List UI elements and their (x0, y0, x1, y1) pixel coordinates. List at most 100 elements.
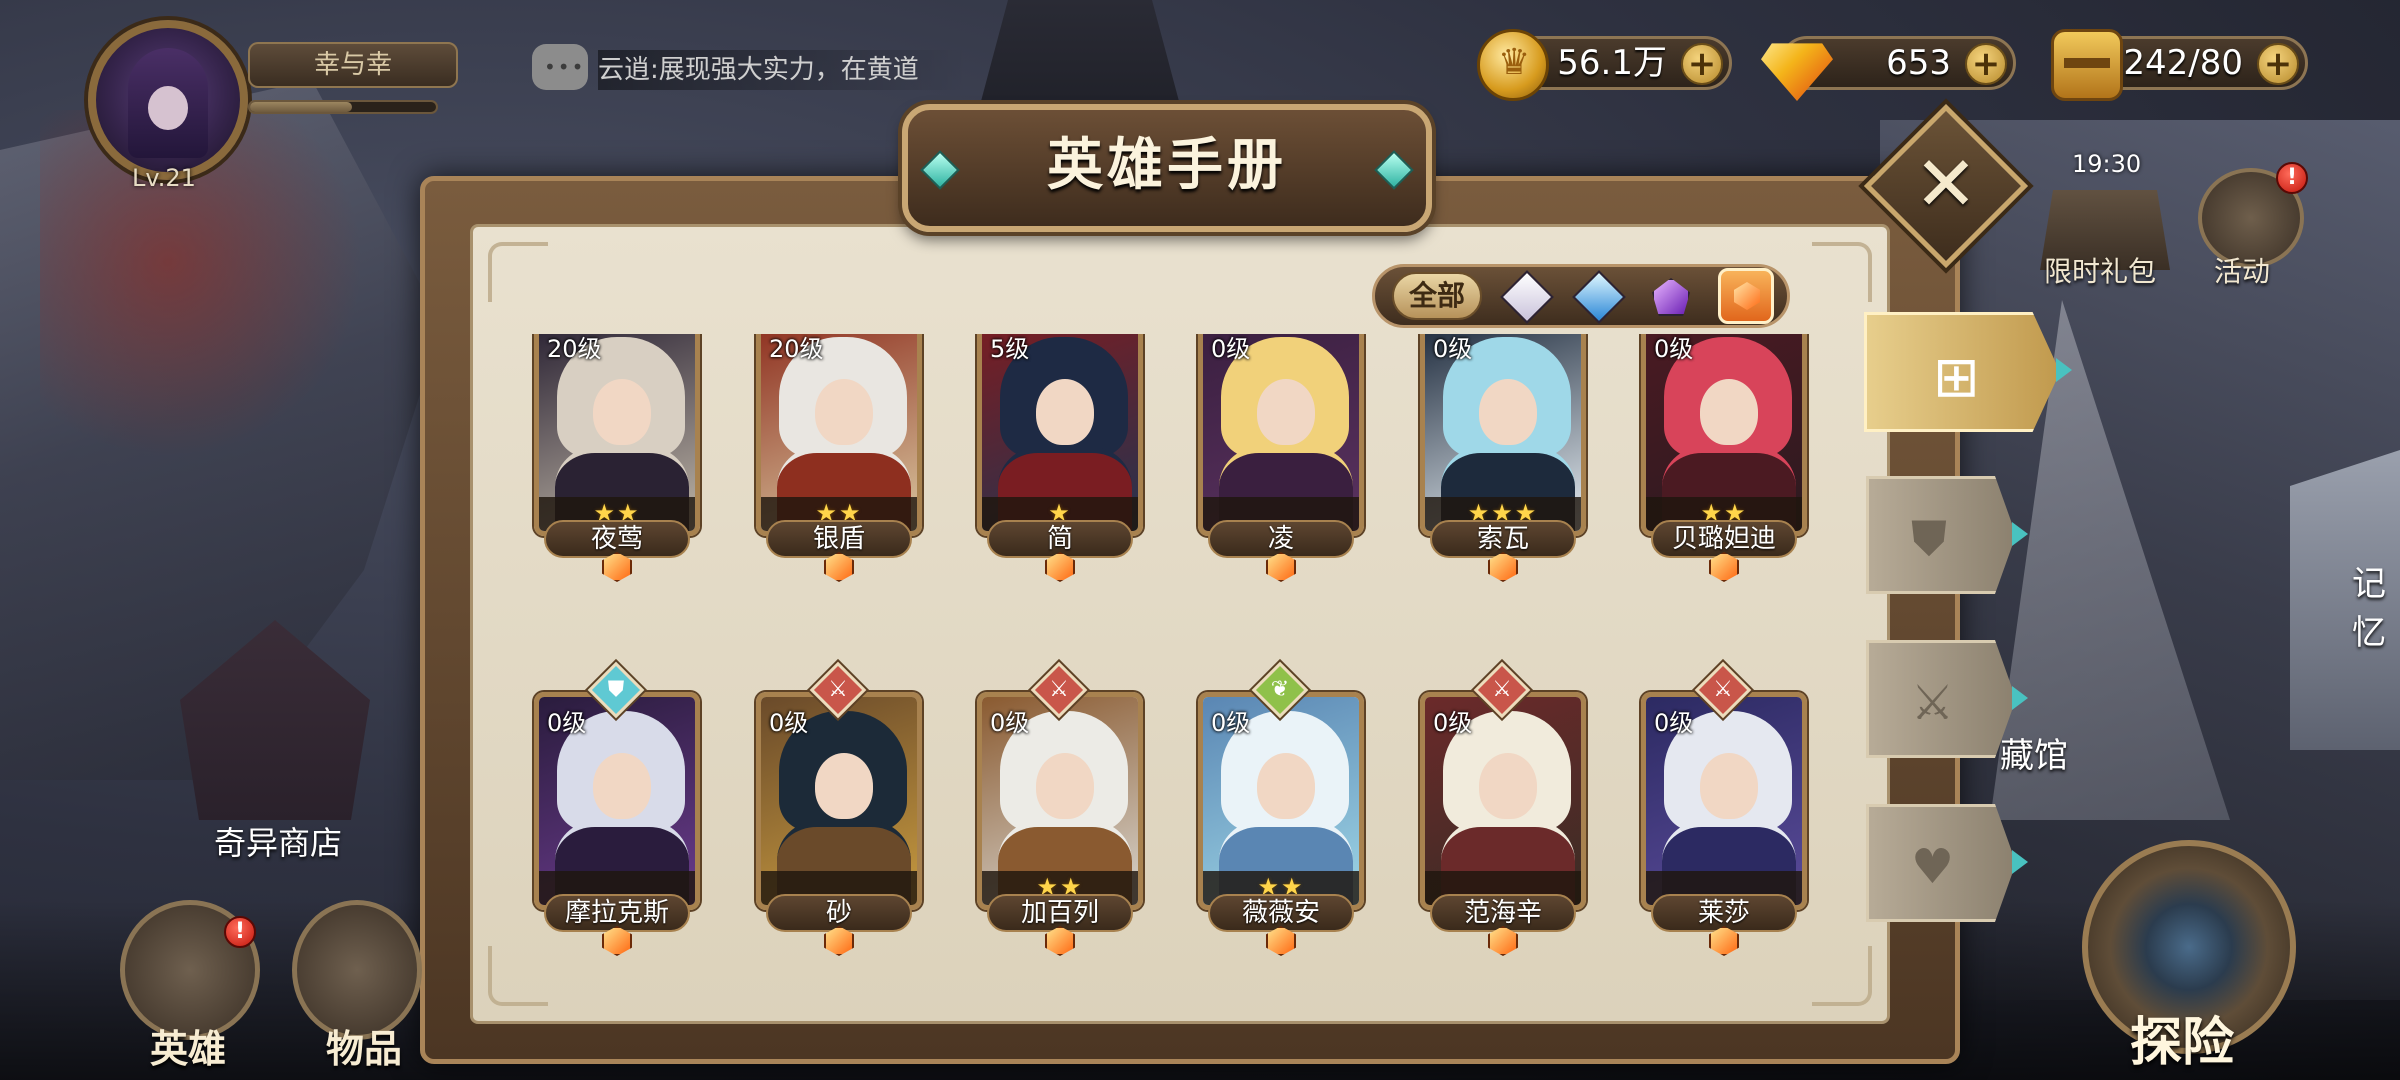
stamina-resource: 242/80 + (2051, 29, 2308, 101)
stamina-amount: 242/80 (2123, 43, 2243, 83)
hero-card[interactable]: 0级 砂 ⚔ (756, 661, 922, 956)
hero-face (1036, 753, 1094, 819)
close-icon[interactable]: ✕ (1888, 128, 2004, 244)
class-glyph: ❦ (1270, 677, 1290, 702)
tab-arrow-icon (2012, 686, 2040, 710)
diamond-icon (1761, 43, 1833, 101)
hero-level: 0级 (547, 709, 587, 737)
hero-card[interactable]: 0级 ★★ 薇薇安 ❦ (1198, 661, 1364, 956)
gold-add-button[interactable]: + (1681, 43, 1723, 85)
hero-portrait-frame: 0级 (534, 692, 700, 910)
activity-badge: ! (2276, 162, 2308, 194)
tab-all[interactable]: ⊞ (1864, 312, 2060, 432)
chat-bubble-icon[interactable]: ••• (532, 44, 588, 90)
hero-card[interactable]: 20级 ★★ 夜莺 (534, 334, 700, 582)
hero-portrait-frame: 20级 ★★ (534, 334, 700, 536)
hero-portrait-frame: 20级 ★★ (756, 334, 922, 536)
stamina-add-button[interactable]: + (2257, 43, 2299, 85)
gift-timer: 19:30 (2072, 150, 2142, 178)
hero-portrait-frame: 0级 ★★ (977, 692, 1143, 910)
gold-amount: 56.1万 (1557, 43, 1667, 83)
hero-level: 0级 (1433, 335, 1473, 363)
hero-face (1479, 379, 1537, 445)
hero-level: 0级 (1211, 709, 1251, 737)
sword-icon: ⚔ (1911, 675, 1955, 731)
diamond-resource: 653 + (1761, 36, 2016, 101)
heart-icon: ♥ (1911, 839, 1955, 895)
hero-card[interactable]: 0级 ★★★ 索瓦 (1420, 334, 1586, 582)
shield-icon: ⛊ (1911, 511, 1948, 567)
hero-level: 0级 (990, 709, 1030, 737)
hero-portrait-frame: 5级 ★ (977, 334, 1143, 536)
diamond-amount: 653 (1886, 43, 1951, 83)
class-glyph: ⚔ (1049, 677, 1069, 702)
player-exp-bar (248, 100, 438, 114)
heroes-nav-label[interactable]: 英雄 (150, 1018, 226, 1073)
orange-gem-filter-icon[interactable] (1718, 268, 1774, 324)
hero-face (1036, 379, 1094, 445)
tab-arrow-icon (2012, 522, 2040, 546)
hero-face (1257, 753, 1315, 819)
hero-card[interactable]: 0级 范海辛 ⚔ (1420, 661, 1586, 956)
hero-face (1700, 753, 1758, 819)
class-glyph: ⚔ (1713, 677, 1733, 702)
hero-level: 0级 (1433, 709, 1473, 737)
hero-portrait-frame: 0级 ★★ (1198, 692, 1364, 910)
activity-label[interactable]: 活动 (2214, 250, 2270, 290)
diamond-add-button[interactable]: + (1965, 43, 2007, 85)
heroes-nav-badge: ! (224, 916, 256, 948)
chat-message[interactable]: 云逍:展现强大实力，在黄道 (598, 50, 968, 90)
hero-portrait-frame: 0级 ★★ (1641, 334, 1807, 536)
tab-support[interactable]: ♥ (1866, 804, 2016, 922)
memory-label[interactable]: 记忆 (2352, 556, 2400, 654)
hero-level: 20级 (769, 335, 824, 363)
hero-face (1700, 379, 1758, 445)
hero-face (593, 753, 651, 819)
hero-card[interactable]: 0级 莱莎 ⚔ (1641, 661, 1807, 956)
items-nav-label[interactable]: 物品 (326, 1018, 402, 1073)
hero-face (815, 753, 873, 819)
gold-resource: 56.1万 + (1477, 29, 1732, 101)
hero-level: 0级 (1654, 335, 1694, 363)
hero-face (1479, 753, 1537, 819)
hero-face (1257, 379, 1315, 445)
hero-grid[interactable]: 20级 ★★ 夜莺 20级 ★★ 银盾 5级 ★ 简 0级 凌 0级 ★★★ 索… (476, 334, 1884, 1014)
hero-level: 0级 (1654, 709, 1694, 737)
hero-portrait-frame: 0级 (1198, 334, 1364, 536)
tab-arrow-icon (2056, 358, 2084, 382)
hero-card[interactable]: 20级 ★★ 银盾 (756, 334, 922, 582)
hero-face (815, 379, 873, 445)
hero-card[interactable]: 0级 凌 (1198, 334, 1364, 582)
hero-level: 20级 (547, 335, 602, 363)
player-exp-fill (250, 102, 353, 112)
page-corner-ornament (1812, 242, 1872, 302)
hero-portrait-frame: 0级 (1641, 692, 1807, 910)
tab-warrior[interactable]: ⚔ (1866, 640, 2016, 758)
player-level: Lv.21 (132, 164, 196, 192)
avatar-face (148, 86, 188, 130)
hero-portrait-frame: 0级 (756, 692, 922, 910)
page-corner-ornament (488, 242, 548, 302)
player-avatar[interactable] (88, 20, 248, 180)
stamina-chest-icon (2051, 29, 2123, 101)
hero-level: 5级 (990, 335, 1030, 363)
hero-card[interactable]: 0级 ★★ 贝璐妲迪 (1641, 334, 1807, 582)
hero-card[interactable]: 0级 摩拉克斯 ⛊ (534, 661, 700, 956)
strange-shop-label[interactable]: 奇异商店 (214, 818, 342, 864)
grid-icon: ⊞ (1933, 345, 1980, 410)
tab-tank[interactable]: ⛊ (1866, 476, 2016, 594)
class-glyph: ⛊ (607, 677, 625, 702)
hero-level: 0级 (769, 709, 809, 737)
hero-portrait-frame: 0级 ★★★ (1420, 334, 1586, 536)
hero-card[interactable]: 0级 ★★ 加百列 ⚔ (977, 661, 1143, 956)
tab-arrow-icon (2012, 850, 2040, 874)
museum-label[interactable]: 藏馆 (2000, 728, 2068, 777)
class-glyph: ⚔ (1492, 677, 1512, 702)
player-name[interactable]: 幸与幸 (248, 42, 458, 88)
panel-title: 英雄手册 (1047, 133, 1287, 198)
hero-card[interactable]: 5级 ★ 简 (977, 334, 1143, 582)
limited-gift-label[interactable]: 限时礼包 (2044, 250, 2156, 290)
hero-level: 0级 (1211, 335, 1251, 363)
filter-all-button[interactable]: 全部 (1392, 272, 1482, 320)
explore-label[interactable]: 探险 (2130, 1000, 2234, 1075)
